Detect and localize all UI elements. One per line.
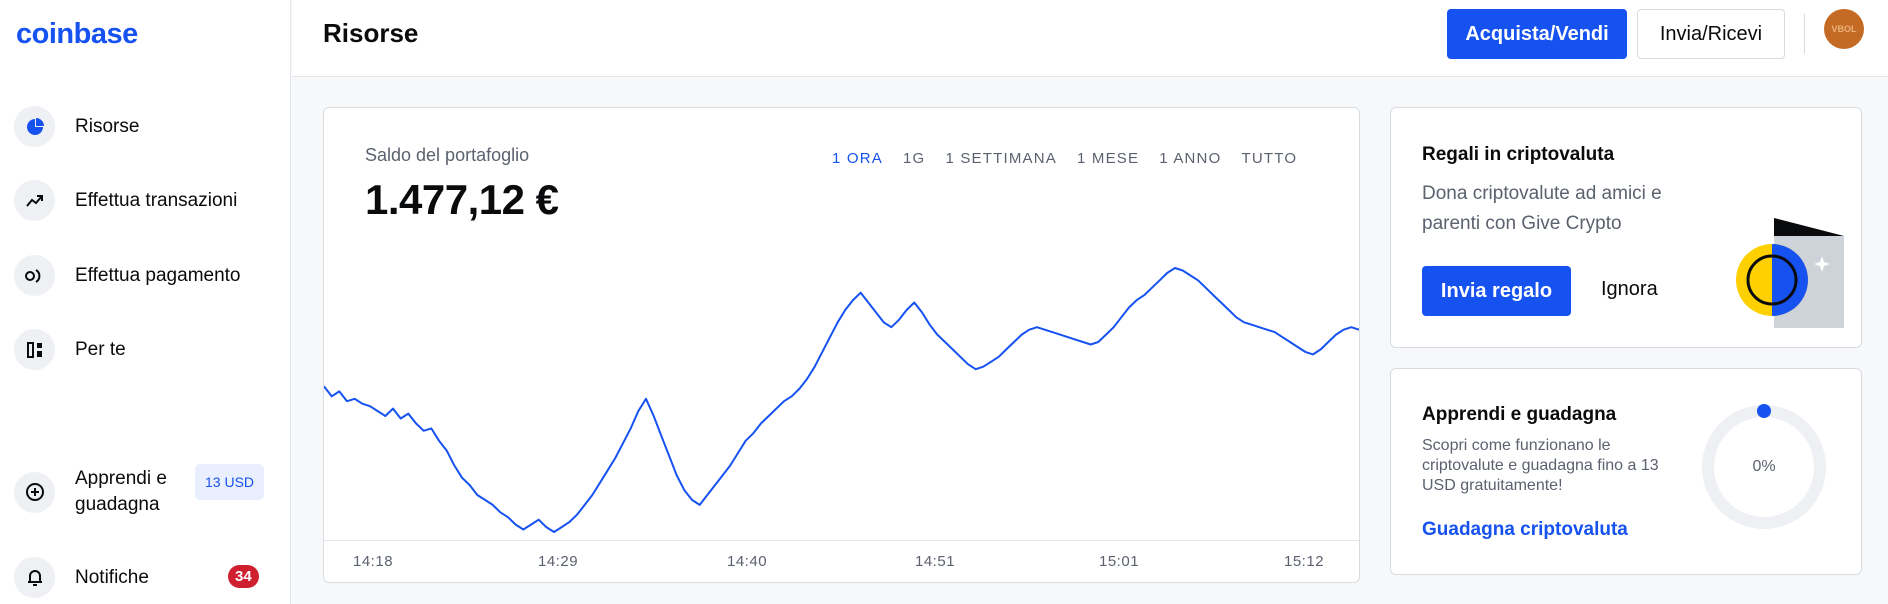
page-title: Risorse <box>323 18 419 48</box>
top-bar: Risorse Acquista/Vendi Invia/Ricevi VBOL <box>292 0 1888 77</box>
sidebar-item-label: Effettua transazioni <box>75 189 238 211</box>
earn-crypto-link[interactable]: Guadagna criptovaluta <box>1422 519 1628 541</box>
x-tick-label: 14:40 <box>727 553 768 570</box>
sidebar-item-label: Per te <box>75 338 126 360</box>
sidebar: coinbase Risorse Effettua transazioni Ef… <box>0 0 291 604</box>
tab-1-settimana[interactable]: 1 SETTIMANA <box>945 150 1057 167</box>
notification-badge: 34 <box>228 565 259 588</box>
avatar[interactable]: VBOL <box>1824 9 1864 49</box>
pie-chart-icon <box>14 106 55 147</box>
portfolio-chart[interactable] <box>324 258 1359 540</box>
gift-crypto-card: Regali in criptovaluta Dona criptovalute… <box>1390 107 1862 348</box>
chart-x-axis <box>324 540 1359 541</box>
sidebar-item-label: Notifiche <box>75 566 149 588</box>
trending-up-icon <box>14 180 55 221</box>
portfolio-line-series <box>324 267 1359 533</box>
sidebar-item-label: Risorse <box>75 115 140 137</box>
portfolio-value: 1.477,12 € <box>365 176 559 223</box>
progress-percent: 0% <box>1752 458 1776 475</box>
x-tick-label: 15:12 <box>1284 553 1325 570</box>
time-range-tabs: 1 ORA 1G 1 SETTIMANA 1 MESE 1 ANNO TUTTO <box>832 150 1317 167</box>
gift-card-description: Dona criptovalute ad amici e parenti con… <box>1422 183 1662 234</box>
sidebar-item-apprendi-e-guadagna[interactable]: Apprendi e guadagna 13 USD <box>14 464 276 518</box>
gift-illustration-icon <box>1736 218 1844 328</box>
reward-chip: 13 USD <box>195 464 265 500</box>
tab-tutto[interactable]: TUTTO <box>1241 150 1297 167</box>
bell-icon <box>14 557 55 598</box>
portfolio-label: Saldo del portafoglio <box>365 145 530 165</box>
tab-1-anno[interactable]: 1 ANNO <box>1159 150 1221 167</box>
send-gift-button[interactable]: Invia regalo <box>1422 266 1571 316</box>
sidebar-item-label: Apprendi e guadagna <box>75 468 167 515</box>
sidebar-item-label: Effettua pagamento <box>75 264 241 286</box>
learn-card-description: Scopri come funzionano le criptovalute e… <box>1422 437 1659 494</box>
learn-earn-card: Apprendi e guadagna Scopri come funziona… <box>1390 368 1862 575</box>
send-receive-button[interactable]: Invia/Ricevi <box>1637 9 1785 59</box>
sidebar-item-effettua-transazioni[interactable]: Effettua transazioni <box>14 180 276 221</box>
grid-icon <box>14 329 55 370</box>
sidebar-item-notifiche[interactable]: Notifiche 34 <box>14 557 276 598</box>
payment-icon <box>14 255 55 296</box>
learn-card-title: Apprendi e guadagna <box>1422 404 1617 425</box>
header-divider <box>1804 14 1805 54</box>
x-tick-label: 14:51 <box>915 553 956 570</box>
ignore-button[interactable]: Ignora <box>1601 278 1658 301</box>
tab-1g[interactable]: 1G <box>903 150 925 167</box>
x-tick-label: 14:29 <box>538 553 579 570</box>
tab-1-ora[interactable]: 1 ORA <box>832 150 883 167</box>
gift-card-title: Regali in criptovaluta <box>1422 144 1615 165</box>
plus-circle-icon <box>14 471 55 513</box>
x-tick-label: 14:18 <box>353 553 394 570</box>
portfolio-card: Saldo del portafoglio 1.477,12 € 1 ORA 1… <box>323 107 1360 583</box>
sidebar-item-risorse[interactable]: Risorse <box>14 106 276 147</box>
coinbase-logo[interactable]: coinbase <box>16 18 138 51</box>
sidebar-item-effettua-pagamento[interactable]: Effettua pagamento <box>14 255 276 296</box>
x-tick-label: 15:01 <box>1099 553 1140 570</box>
tab-1-mese[interactable]: 1 MESE <box>1077 150 1139 167</box>
sidebar-item-per-te[interactable]: Per te <box>14 329 276 370</box>
buy-sell-button[interactable]: Acquista/Vendi <box>1447 9 1627 59</box>
